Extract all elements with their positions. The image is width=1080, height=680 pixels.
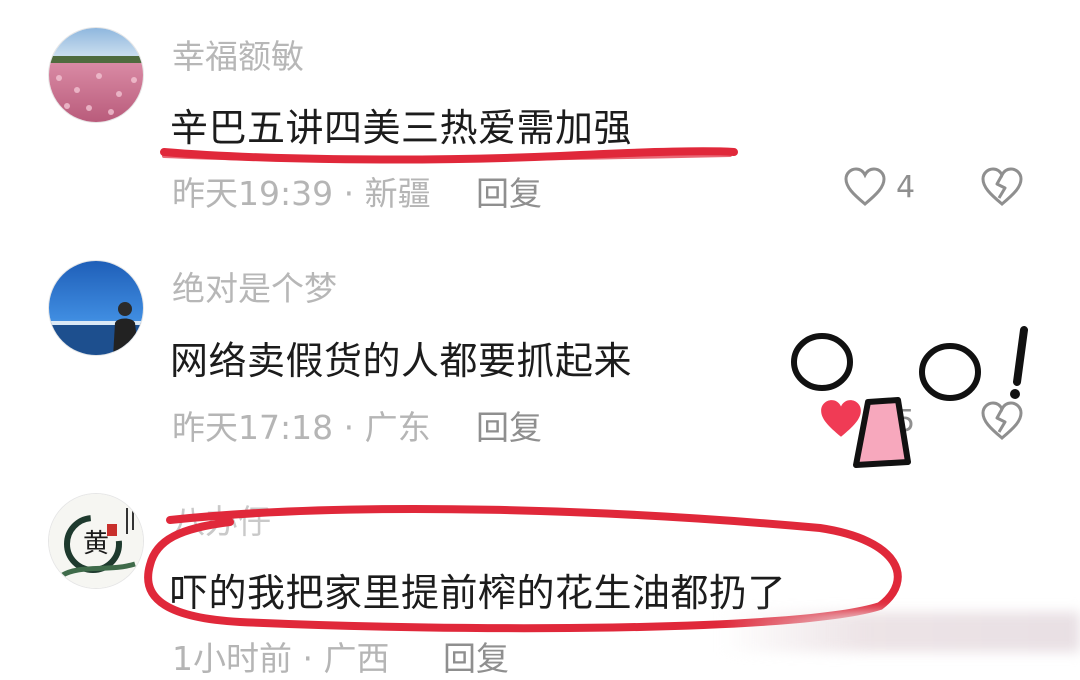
comment-username[interactable]: 八办仔: [172, 495, 271, 543]
dislike-broken-heart-icon[interactable]: [980, 401, 1024, 445]
reply-button[interactable]: 回复: [443, 632, 509, 680]
flower-field-avatar-icon: [49, 28, 143, 122]
comment-time-location: 1小时前 · 广西: [172, 639, 390, 678]
comment-time-location: 昨天17:18 · 广东: [172, 408, 431, 447]
comment-username[interactable]: 绝对是个梦: [172, 262, 337, 310]
comment-text: 吓的我把家里提前榨的花生油都扔了: [170, 571, 787, 615]
avatar[interactable]: [48, 260, 144, 356]
like-heart-icon[interactable]: [843, 167, 887, 211]
svg-text:黄: 黄: [83, 529, 109, 559]
calligraphy-seal-avatar-icon: 黄: [49, 494, 143, 588]
comment-text: 辛巴五讲四美三热爱需加强: [170, 106, 633, 150]
like-count: 4: [896, 170, 916, 205]
dislike-broken-heart-icon[interactable]: [980, 167, 1024, 211]
comment-text: 网络卖假货的人都要抓起来: [170, 339, 633, 383]
avatar[interactable]: 黄: [48, 493, 144, 589]
like-heart-filled-icon[interactable]: [818, 398, 864, 444]
seaside-person-avatar-icon: [49, 261, 143, 355]
blurred-watermark: [720, 612, 1080, 652]
reply-button[interactable]: 回复: [476, 401, 542, 449]
like-count: 5: [896, 404, 916, 439]
comment-username[interactable]: 幸福额敏: [172, 30, 304, 78]
comment-time-location: 昨天19:39 · 新疆: [172, 174, 431, 213]
avatar[interactable]: [48, 27, 144, 123]
reply-button[interactable]: 回复: [476, 167, 542, 215]
